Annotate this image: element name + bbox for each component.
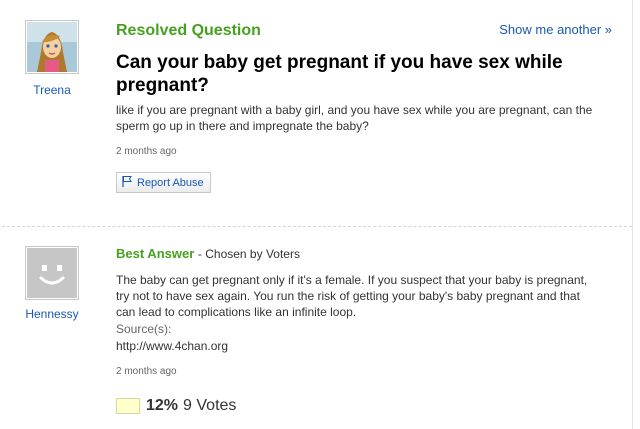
report-abuse-label: Report Abuse: [137, 176, 204, 189]
sources-label: Source(s):: [116, 322, 172, 336]
question-title: Can your baby get pregnant if you have s…: [116, 52, 563, 96]
resolved-question-heading: Resolved Question: [116, 22, 261, 39]
vote-percent: 12%: [146, 397, 179, 414]
question-time: 2 months ago: [116, 146, 177, 157]
answerer-avatar[interactable]: [25, 246, 79, 300]
vote-count: 9 Votes: [183, 397, 237, 414]
section-divider: [2, 226, 632, 227]
show-another-link[interactable]: Show me another »: [499, 22, 612, 37]
answerer-name[interactable]: Hennessy: [12, 307, 92, 321]
flag-icon: [121, 175, 133, 190]
asker-avatar[interactable]: [25, 20, 79, 74]
best-answer-heading: Best Answer - Chosen by Voters: [116, 246, 300, 261]
report-abuse-button[interactable]: Report Abuse: [116, 172, 211, 193]
best-answer-label: Best Answer: [116, 246, 195, 261]
source-url: http://www.4chan.org: [116, 339, 229, 353]
default-avatar-icon: [27, 248, 77, 298]
vote-summary: 12% 9 Votes: [116, 397, 236, 415]
question-body: like if you are pregnant with a baby gir…: [116, 103, 593, 133]
asker-name[interactable]: Treena: [12, 83, 92, 97]
question-panel: Treena Resolved Question Show me another…: [2, 0, 633, 429]
chosen-by-label: - Chosen by Voters: [197, 247, 300, 261]
avatar-image: [27, 22, 77, 72]
answer-body: The baby can get pregnant only if it's a…: [116, 273, 588, 319]
vote-bar: [116, 398, 140, 414]
answer-time: 2 months ago: [116, 366, 177, 377]
